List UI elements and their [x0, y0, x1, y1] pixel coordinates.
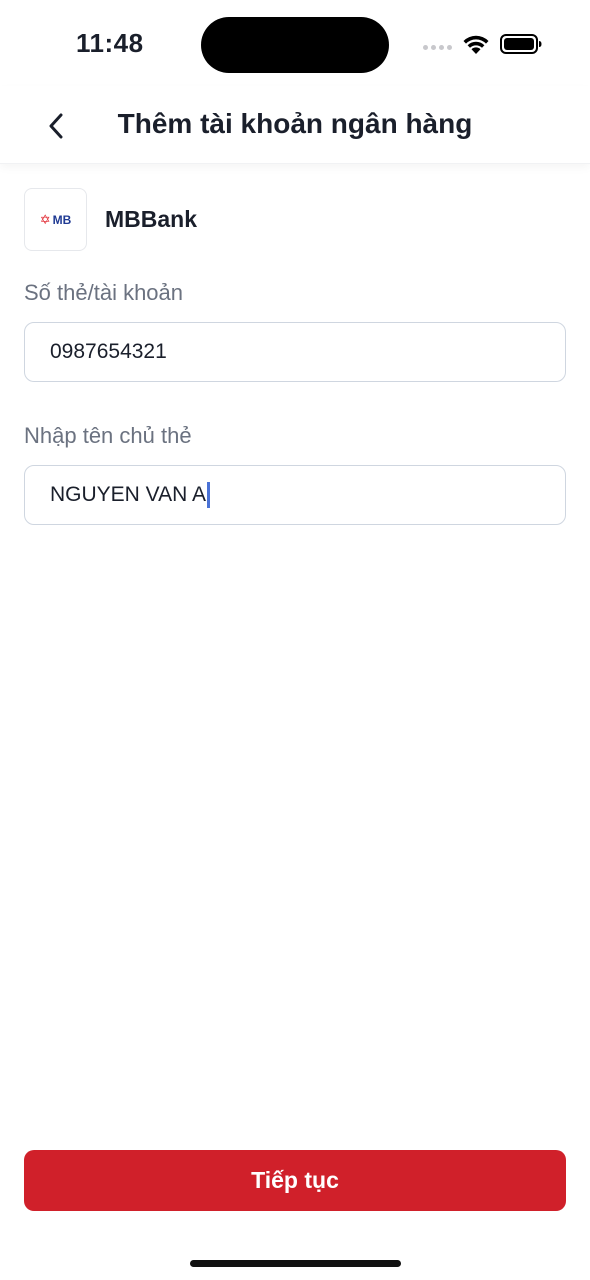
bank-logo-text: MB: [52, 212, 72, 227]
header: Thêm tài khoản ngân hàng: [0, 86, 590, 164]
mb-star-icon: ✡: [39, 212, 51, 227]
wifi-icon: [463, 35, 489, 54]
text-cursor: [206, 482, 210, 508]
card-holder-input[interactable]: NGUYEN VAN A: [24, 465, 566, 525]
selected-bank: ✡ MB MBBank: [24, 188, 197, 251]
battery-icon: [500, 34, 542, 54]
bank-logo: ✡ MB: [24, 188, 87, 251]
card-holder-value: NGUYEN VAN A: [50, 483, 206, 506]
bank-name: MBBank: [105, 206, 198, 232]
home-indicator[interactable]: [190, 1260, 401, 1267]
dynamic-island: [201, 17, 389, 73]
screen: 11:48 Thêm tài khoản ngân hàng ✡ MB MBBa…: [0, 0, 590, 1280]
page-title: Thêm tài khoản ngân hàng: [117, 108, 473, 139]
continue-button[interactable]: Tiếp tục: [24, 1150, 566, 1211]
cellular-signal-icon: [423, 45, 452, 50]
account-number-label: Số thẻ/tài khoản: [24, 280, 184, 305]
account-number-input[interactable]: 0987654321: [24, 322, 566, 382]
card-holder-label: Nhập tên chủ thẻ: [24, 423, 192, 448]
status-bar: 11:48: [0, 0, 590, 86]
account-number-value: 0987654321: [50, 340, 167, 363]
status-time: 11:48: [76, 28, 144, 58]
